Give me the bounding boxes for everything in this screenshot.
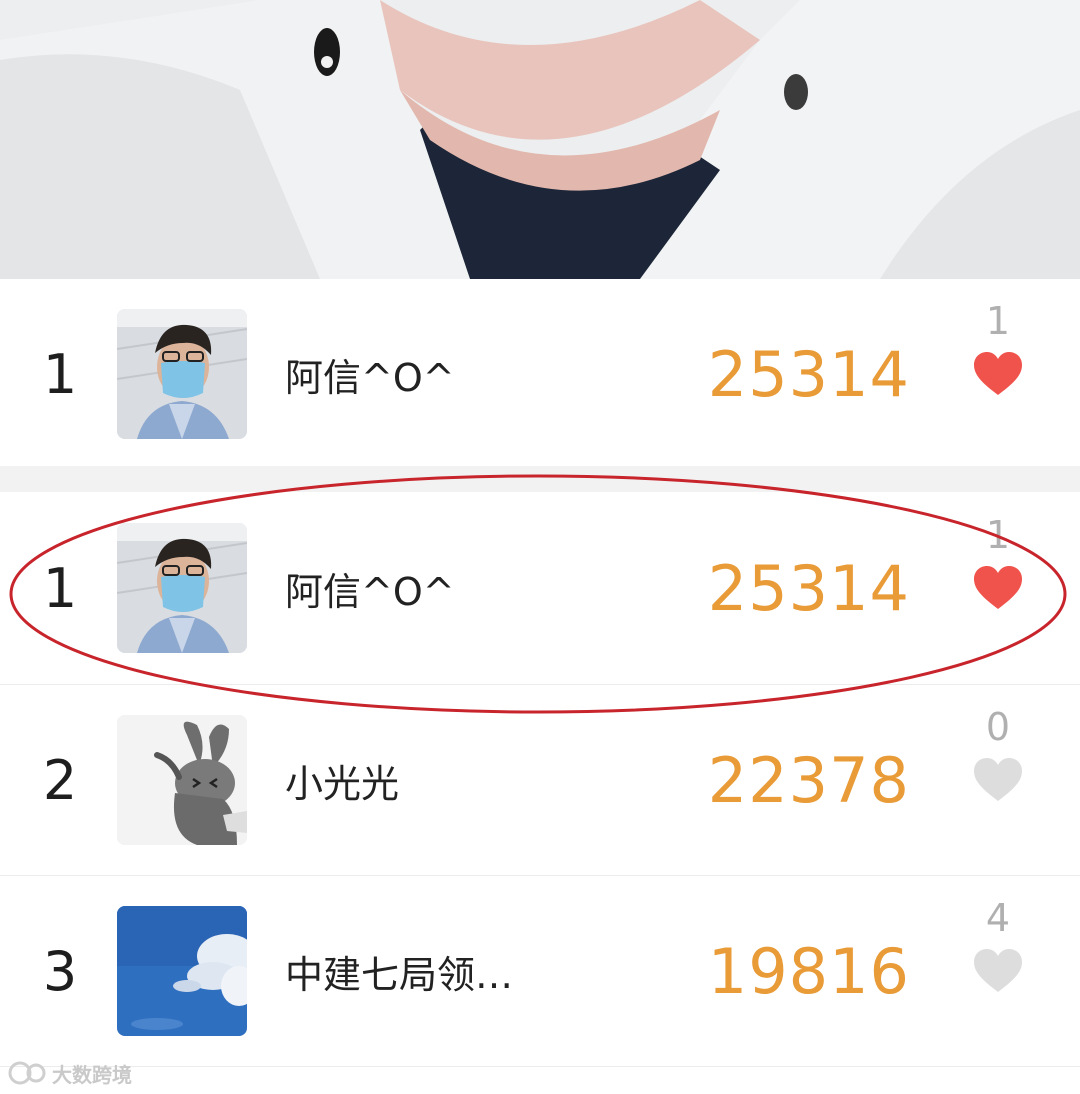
cover-photo[interactable] [0, 0, 1080, 279]
logo-icon [8, 1061, 46, 1085]
heart-icon [974, 758, 1022, 801]
my-rank-row[interactable]: 1 阿信^O^ 25314 1 [0, 279, 1080, 469]
section-gap [0, 466, 1080, 492]
like-count: 1 [985, 299, 1011, 343]
watermark-text: 大数跨境 [52, 1062, 132, 1087]
avatar[interactable] [117, 906, 247, 1036]
like-button[interactable]: 0 [958, 703, 1038, 853]
rank-number: 1 [42, 342, 78, 406]
nickname: 小光光 [285, 761, 400, 806]
like-count: 4 [985, 896, 1011, 940]
rank-number: 3 [42, 939, 78, 1003]
step-count: 25314 [707, 551, 910, 625]
step-count: 22378 [707, 743, 910, 817]
leaderboard-row[interactable]: 2 小光光 22378 0 [0, 685, 1080, 875]
heart-icon [974, 949, 1022, 992]
like-button[interactable]: 4 [958, 894, 1038, 1044]
like-button[interactable]: 1 [958, 297, 1038, 447]
nickname: 阿信^O^ [285, 569, 455, 614]
like-count: 0 [985, 705, 1011, 749]
avatar[interactable] [117, 523, 247, 653]
rank-number: 1 [42, 556, 78, 620]
nickname: 中建七局领… [285, 952, 514, 997]
like-count: 1 [985, 513, 1011, 557]
wechat-steps-leaderboard: 1 阿信^O^ 25314 1 1 阿信^O^ 25314 1 2 小光光 22… [0, 0, 1080, 1094]
step-count: 19816 [707, 934, 910, 1008]
leaderboard-row[interactable]: 3 中建七局领… 19816 4 [0, 876, 1080, 1066]
heart-liked-icon [974, 566, 1022, 609]
rank-number: 2 [42, 748, 78, 812]
avatar[interactable] [117, 309, 247, 439]
row-divider [0, 1066, 1080, 1067]
step-count: 25314 [707, 337, 910, 411]
heart-liked-icon [974, 352, 1022, 395]
avatar[interactable] [117, 715, 247, 845]
like-button[interactable]: 1 [958, 511, 1038, 661]
watermark: 大数跨境 [8, 1058, 132, 1088]
leaderboard-row[interactable]: 1 阿信^O^ 25314 1 [0, 493, 1080, 683]
nickname: 阿信^O^ [285, 355, 455, 400]
